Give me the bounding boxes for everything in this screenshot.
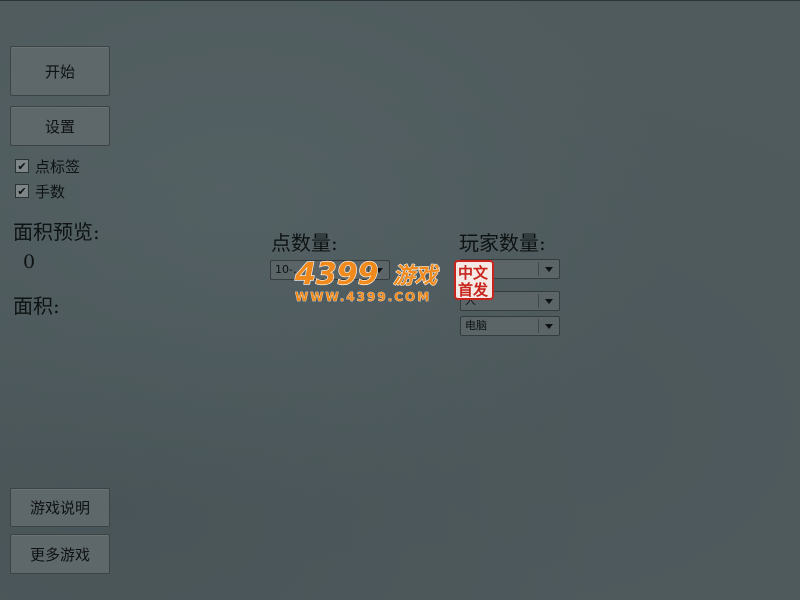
select-divider — [538, 319, 539, 333]
select-divider — [538, 294, 539, 308]
player-2-type-value: 电脑 — [465, 319, 487, 332]
settings-button-label: 设置 — [44, 117, 75, 136]
players-count-label: 玩家数量: — [459, 231, 546, 255]
area-preview-label: 面积预览: — [13, 220, 100, 244]
game-help-button[interactable]: 游戏说明 — [10, 488, 110, 527]
chevron-down-icon — [545, 267, 553, 272]
area-preview-value: 0 — [23, 251, 36, 273]
start-button-label: 开始 — [44, 62, 75, 81]
game-help-button-label: 游戏说明 — [29, 499, 90, 517]
settings-button[interactable]: 设置 — [10, 106, 110, 146]
more-games-button-label: 更多游戏 — [29, 545, 90, 564]
chevron-down-icon — [545, 299, 553, 304]
select-divider — [538, 262, 539, 276]
svg-text:中文: 中文 — [458, 264, 489, 282]
point-labels-label: 点标签 — [35, 157, 81, 176]
svg-text:游戏: 游戏 — [393, 264, 440, 289]
more-games-button[interactable]: 更多游戏 — [10, 534, 110, 574]
svg-text:WWW.4399.COM: WWW.4399.COM — [295, 290, 431, 304]
move-count-option[interactable]: ✔ 手数 — [15, 181, 65, 201]
4399-watermark-logo: 4399 游戏 WWW.4399.COM 中文 首发 — [293, 256, 494, 304]
point-labels-checkbox[interactable]: ✔ — [15, 159, 29, 173]
svg-text:4399: 4399 — [294, 257, 379, 292]
player-2-type-select[interactable]: 电脑 — [460, 316, 560, 336]
move-count-checkbox[interactable]: ✔ — [15, 184, 29, 198]
point-labels-option[interactable]: ✔ 点标签 — [15, 156, 80, 176]
chevron-down-icon — [545, 324, 553, 329]
area-label: 面积: — [13, 294, 60, 318]
svg-text:首发: 首发 — [458, 281, 489, 299]
start-button[interactable]: 开始 — [10, 46, 110, 96]
move-count-label: 手数 — [35, 182, 66, 201]
top-border — [0, 0, 800, 1]
points-count-label: 点数量: — [271, 231, 338, 255]
